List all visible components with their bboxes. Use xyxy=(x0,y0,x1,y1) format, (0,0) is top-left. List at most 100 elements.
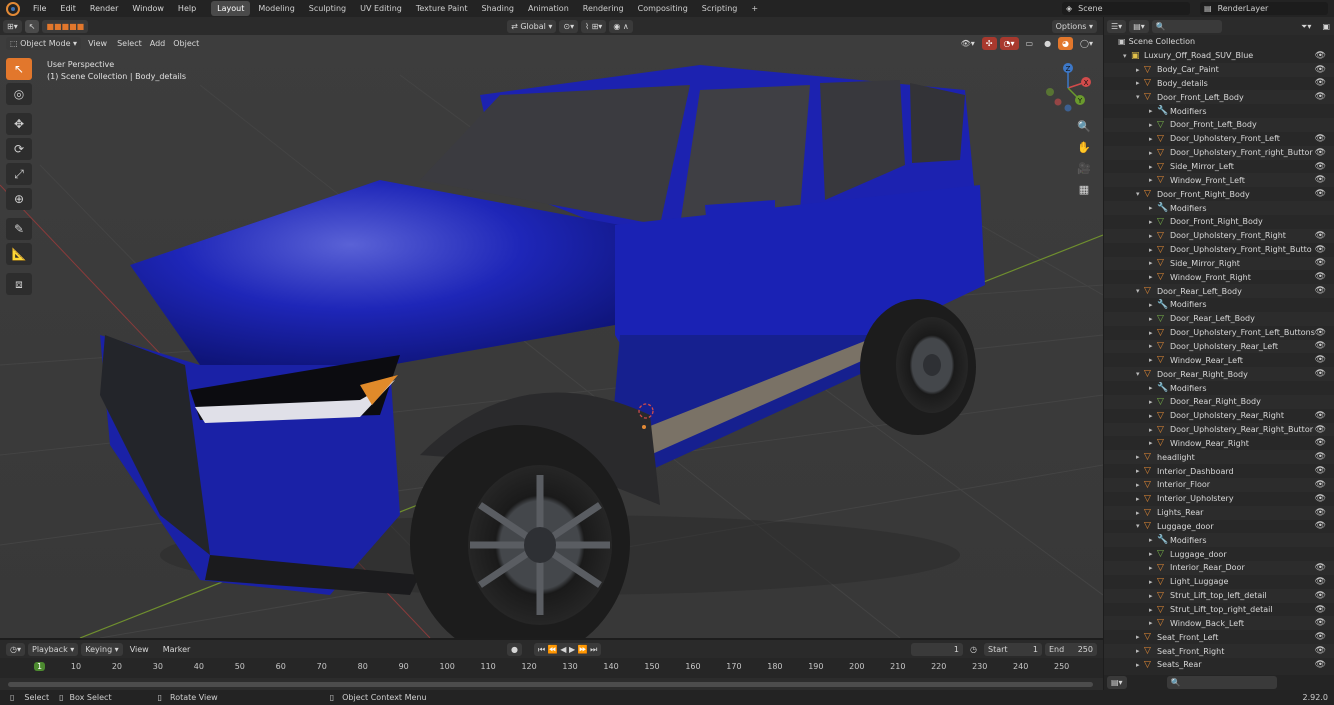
tab-layout[interactable]: Layout xyxy=(211,1,251,16)
menu-view[interactable]: View xyxy=(81,39,114,48)
visibility-eye-icon[interactable]: 👁 xyxy=(1315,480,1326,490)
clock-icon[interactable]: ◷ xyxy=(966,643,981,656)
visibility-eye-icon[interactable]: 👁 xyxy=(1315,508,1326,518)
pivot-icon[interactable]: ⊙▾ xyxy=(559,19,579,33)
gizmo-toggle-icon[interactable]: ✣ xyxy=(981,37,997,50)
expand-arrow-icon[interactable]: ▸ xyxy=(1136,509,1144,517)
expand-arrow-icon[interactable]: ▸ xyxy=(1149,384,1157,392)
outliner-row[interactable]: ▸ ▽ Door_Front_Left_Body xyxy=(1104,118,1334,132)
outliner-row[interactable]: ▸ ▽ Body_Car_Paint 👁 xyxy=(1104,62,1334,77)
menu-select[interactable]: Select xyxy=(114,39,145,48)
outliner-row[interactable]: ▸ ▽ Door_Upholstery_Front_Right_Butto 👁 xyxy=(1104,243,1334,257)
visibility-eye-icon[interactable]: 👁 xyxy=(1315,646,1326,656)
pan-hand-icon[interactable]: ✋ xyxy=(1074,139,1094,157)
outliner-row[interactable]: ▸ ▽ Interior_Floor 👁 xyxy=(1104,478,1334,492)
timeline-ruler[interactable]: 1 10 20 30 40 50 60 70 80 90 100 110 120 130 140 150 160… xyxy=(0,658,1103,678)
visibility-eye-icon[interactable]: 👁 xyxy=(1315,134,1326,144)
visibility-eye-icon[interactable]: 👁 xyxy=(1315,563,1326,573)
outliner-row[interactable]: ▸ ▽ Window_Back_Left 👁 xyxy=(1104,616,1334,631)
suv-model[interactable] xyxy=(100,65,985,638)
expand-arrow-icon[interactable]: ▸ xyxy=(1149,564,1157,572)
expand-arrow-icon[interactable]: ▸ xyxy=(1149,273,1157,281)
object-mode-select[interactable]: ⬚ Object Mode ▾ xyxy=(6,37,82,50)
tab-modeling[interactable]: Modeling xyxy=(252,1,300,16)
menu-render[interactable]: Render xyxy=(83,4,125,13)
expand-arrow-icon[interactable]: ▸ xyxy=(1136,66,1144,74)
visibility-eye-icon[interactable]: 👁 xyxy=(1315,78,1326,88)
collapse-arrow-icon[interactable]: ▾ xyxy=(1136,370,1144,378)
zoom-icon[interactable]: 🔍 xyxy=(1074,118,1094,136)
shading-material-icon[interactable]: ◕ xyxy=(1058,37,1074,50)
outliner-row[interactable]: ▸ ▽ Interior_Rear_Door 👁 xyxy=(1104,561,1334,575)
playback-controls[interactable]: ⏮ ⏪ ◀ ▶ ⏩ ⏭ xyxy=(534,642,602,656)
properties-editor-type[interactable]: ▤▾ xyxy=(1107,676,1127,689)
menu-window[interactable]: Window xyxy=(125,4,171,13)
collapse-arrow-icon[interactable]: ▾ xyxy=(1136,93,1144,101)
outliner-row[interactable]: ▸ ▽ Door_Upholstery_Rear_Left 👁 xyxy=(1104,339,1334,354)
outliner-row[interactable]: ▸ ▽ Side_Mirror_Left 👁 xyxy=(1104,160,1334,174)
add-workspace-button[interactable]: + xyxy=(745,1,764,16)
outliner-row[interactable]: ▸ ▽ Luggage_door xyxy=(1104,547,1334,561)
start-frame-field[interactable]: Start 1 xyxy=(984,642,1042,656)
expand-arrow-icon[interactable]: ▸ xyxy=(1149,176,1157,184)
overlay-toggle-icon[interactable]: ◔▾ xyxy=(999,37,1019,50)
visibility-eye-icon[interactable]: 👁 xyxy=(1315,175,1326,185)
visibility-eye-icon[interactable]: 👁 xyxy=(1315,605,1326,615)
expand-arrow-icon[interactable]: ▸ xyxy=(1136,633,1144,641)
outliner-row[interactable]: ▸ ▽ Door_Upholstery_Front_right_Buttor 👁 xyxy=(1104,145,1334,160)
expand-arrow-icon[interactable]: ▸ xyxy=(1149,149,1157,157)
outliner-row[interactable]: ▸ ▽ Strut_Lift_top_right_detail 👁 xyxy=(1104,603,1334,617)
visibility-eye-icon[interactable]: 👁 xyxy=(1315,162,1326,172)
expand-arrow-icon[interactable]: ▸ xyxy=(1149,398,1157,406)
visibility-eye-icon[interactable]: 👁 xyxy=(1315,286,1326,296)
transform-tool-icon[interactable]: ⊕ xyxy=(6,188,32,210)
expand-arrow-icon[interactable]: ▸ xyxy=(1149,619,1157,627)
outliner-row[interactable]: ▸ ▽ Seats_Rear 👁 xyxy=(1104,658,1334,672)
outliner-row[interactable]: ▾ ▽ Door_Front_Right_Body 👁 xyxy=(1104,187,1334,201)
expand-arrow-icon[interactable]: ▸ xyxy=(1149,536,1157,544)
outliner-row[interactable]: ▸ ▽ Door_Upholstery_Rear_Right_Buttor 👁 xyxy=(1104,422,1334,437)
outliner-row[interactable]: ▸ ▽ Interior_Dashboard 👁 xyxy=(1104,464,1334,478)
timeline-view-menu[interactable]: View xyxy=(123,645,156,654)
visibility-eye-icon[interactable]: 👁 xyxy=(1315,245,1326,255)
move-tool-icon[interactable]: ✥ xyxy=(6,113,32,135)
expand-arrow-icon[interactable]: ▸ xyxy=(1149,232,1157,240)
visibility-eye-icon[interactable]: 👁 xyxy=(1315,632,1326,642)
outliner-search-input[interactable]: 🔍 xyxy=(1151,19,1222,33)
outliner-row[interactable]: ▸ ▽ Door_Front_Right_Body xyxy=(1104,215,1334,229)
outliner-row[interactable]: ▸ 🔧 Modifiers xyxy=(1104,201,1334,215)
outliner-row[interactable]: ▸ ▽ Window_Front_Left 👁 xyxy=(1104,173,1334,188)
tab-scripting[interactable]: Scripting xyxy=(696,1,744,16)
expand-arrow-icon[interactable]: ▸ xyxy=(1149,439,1157,447)
snap-icon[interactable]: ⌇ ⊞▾ xyxy=(581,19,607,33)
visibility-eye-icon[interactable]: 👁 xyxy=(1315,466,1326,476)
transform-orientation-select[interactable]: ⇄ Global ▾ xyxy=(507,19,557,33)
scene-collection-row[interactable]: ▣ Scene Collection xyxy=(1104,35,1334,49)
record-icon[interactable]: ● xyxy=(507,642,522,656)
add-cube-tool-icon[interactable]: ⧈ xyxy=(6,273,32,295)
visibility-eye-icon[interactable]: 👁 xyxy=(1315,189,1326,199)
outliner-row[interactable]: ▸ 🔧 Modifiers xyxy=(1104,533,1334,548)
tab-sculpting[interactable]: Sculpting xyxy=(303,1,352,16)
expand-arrow-icon[interactable]: ▸ xyxy=(1149,578,1157,586)
3d-viewport[interactable] xyxy=(0,35,1103,638)
expand-arrow-icon[interactable]: ▸ xyxy=(1149,163,1157,171)
tab-rendering[interactable]: Rendering xyxy=(577,1,630,16)
camera-icon[interactable]: 🎥 xyxy=(1074,160,1094,178)
scale-tool-icon[interactable]: ⤢ xyxy=(6,163,32,185)
cursor-tool-icon[interactable]: ◎ xyxy=(6,83,32,105)
outliner-row[interactable]: ▾ ▽ Door_Rear_Left_Body 👁 xyxy=(1104,284,1334,299)
outliner-row[interactable]: ▾ ▣ Luxury_Off_Road_SUV_Blue 👁 xyxy=(1104,49,1334,63)
collapse-arrow-icon[interactable]: ▾ xyxy=(1123,52,1131,60)
outliner-row[interactable]: ▸ ▽ Door_Rear_Left_Body xyxy=(1104,311,1334,326)
tab-shading[interactable]: Shading xyxy=(475,1,520,16)
collapse-arrow-icon[interactable]: ▾ xyxy=(1136,190,1144,198)
playback-menu[interactable]: Playback ▾ xyxy=(28,642,79,656)
expand-arrow-icon[interactable]: ▸ xyxy=(1149,301,1157,309)
editor-type-button[interactable]: ⊞▾ xyxy=(3,19,22,33)
outliner-row[interactable]: ▸ ▽ Window_Rear_Right 👁 xyxy=(1104,436,1334,450)
outliner-row[interactable]: ▸ ▽ Window_Front_Right 👁 xyxy=(1104,270,1334,284)
expand-arrow-icon[interactable]: ▸ xyxy=(1149,135,1157,143)
xray-icon[interactable]: ▭ xyxy=(1022,37,1038,50)
outliner-row[interactable]: ▾ ▽ Door_Rear_Right_Body 👁 xyxy=(1104,367,1334,382)
